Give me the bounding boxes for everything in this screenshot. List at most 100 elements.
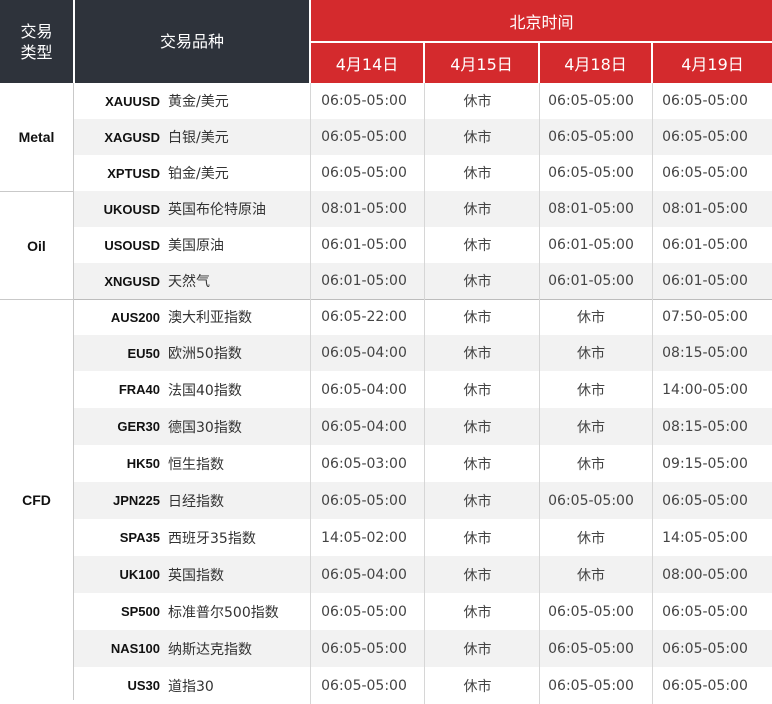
trading-hours-cell: 休市 (463, 493, 492, 510)
table-row: JPN225 日经指数 06:05-05:00 休市 06:05-05:00 06:05-… (74, 482, 772, 519)
trading-hours-cell: 06:05-05:00 (548, 492, 634, 509)
trading-hours-cell: 06:05-05:00 (662, 603, 748, 620)
trading-hours-cell: 06:05-04:00 (321, 566, 407, 583)
table-row: US30 道指30 06:05-05:00 休市 06:05-05:00 06:05-05… (74, 667, 772, 704)
header-type: 交易类型 (0, 0, 73, 83)
category-column: Metal Oil CFD (0, 83, 73, 700)
header-date: 4月18日 (540, 43, 651, 83)
symbol-code: XPTUSD (107, 165, 160, 181)
symbol-name: 恒生指数 (168, 456, 224, 473)
trading-hours-cell: 06:01-05:00 (548, 237, 634, 253)
trading-hours-cell: 休市 (577, 310, 605, 326)
table-row: XAGUSD 白银/美元 06:05-05:00 休市 06:05-05:00 06:05… (74, 119, 772, 155)
table-row: GER30 德国30指数 06:05-04:00 休市 休市 08:15-05:00 (74, 408, 772, 445)
symbol-code: HK50 (126, 456, 160, 471)
trading-hours-cell: 休市 (463, 166, 492, 182)
column-divider (310, 83, 311, 704)
trading-hours-cell: 06:05-05:00 (662, 93, 748, 109)
column-divider (424, 83, 425, 704)
symbol-code: XNGUSD (104, 273, 160, 289)
trading-hours-cell: 06:05-05:00 (662, 640, 748, 657)
header-product: 交易品种 (75, 0, 309, 83)
trading-hours-cell: 06:01-05:00 (548, 273, 634, 289)
trading-hours-cell: 06:05-05:00 (321, 492, 407, 509)
trading-hours-cell: 06:05-05:00 (321, 603, 407, 620)
symbol-name: 纳斯达克指数 (168, 641, 252, 658)
symbol-code: FRA40 (118, 382, 160, 397)
category-metal: Metal (18, 129, 55, 145)
table-row: XAUUSD 黄金/美元 06:05-05:00 休市 06:05-05:00 06:05… (74, 83, 772, 119)
trading-hours-cell: 06:01-05:00 (321, 273, 407, 289)
symbol-name: 欧洲50指数 (168, 346, 242, 362)
trading-hours-cell: 06:05-05:00 (321, 93, 407, 109)
trading-hours-cell: 休市 (577, 567, 605, 584)
header-date: 4月14日 (311, 43, 423, 83)
trading-hours-cell: 06:05-05:00 (548, 165, 634, 181)
symbol-name: 德国30指数 (168, 419, 242, 436)
symbol-name: 黄金/美元 (168, 94, 229, 110)
symbol-name: 法国40指数 (168, 382, 242, 399)
symbol-code: USOUSD (104, 237, 160, 253)
trading-hours-cell: 06:05-05:00 (662, 165, 748, 181)
table-row: AUS200 澳大利亚指数 06:05-22:00 休市 休市 07:50-05:00 (74, 299, 772, 335)
table-row: USOUSD 美国原油 06:01-05:00 休市 06:01-05:00 06:01-… (74, 227, 772, 263)
column-divider (652, 83, 653, 704)
table-row: HK50 恒生指数 06:05-03:00 休市 休市 09:15-05:00 (74, 445, 772, 482)
trading-hours-cell: 08:15-05:00 (662, 345, 748, 361)
trading-hours-cell: 休市 (463, 202, 492, 218)
trading-hours-cell: 休市 (577, 382, 605, 399)
trading-hours-cell: 06:01-05:00 (662, 237, 748, 253)
header-date: 4月19日 (653, 43, 772, 83)
trading-hours-cell: 14:05-05:00 (662, 529, 748, 546)
symbol-code: SPA35 (119, 530, 160, 545)
trading-hours-cell: 08:01-05:00 (662, 201, 748, 217)
trading-hours-cell: 休市 (463, 94, 492, 110)
trading-hours-cell: 06:05-05:00 (548, 677, 634, 694)
symbol-code: UKOUSD (103, 201, 160, 217)
trading-hours-cell: 06:05-04:00 (321, 418, 407, 435)
trading-hours-cell: 休市 (463, 130, 492, 146)
trading-hours-cell: 休市 (577, 346, 605, 362)
trading-hours-cell: 06:05-05:00 (662, 677, 748, 694)
trading-hours-cell: 14:05-02:00 (321, 529, 407, 546)
trading-hours-cell: 休市 (577, 530, 605, 547)
table-row: UKOUSD 英国布伦特原油 08:01-05:00 休市 08:01-05:00 08:… (74, 191, 772, 227)
trading-hours-cell: 06:05-05:00 (548, 129, 634, 145)
trading-hours-cell: 休市 (463, 238, 492, 254)
trading-hours-cell: 06:05-05:00 (662, 492, 748, 509)
symbol-code: SP500 (120, 604, 160, 619)
symbol-name: 铂金/美元 (168, 166, 229, 182)
symbol-name: 天然气 (168, 274, 210, 290)
category-cfd: CFD (22, 492, 51, 508)
trading-hours-cell: 08:00-05:00 (662, 566, 748, 583)
table-row: UK100 英国指数 06:05-04:00 休市 休市 08:00-05:00 (74, 556, 772, 593)
trading-hours-cell: 08:01-05:00 (548, 201, 634, 217)
symbol-name: 澳大利亚指数 (168, 310, 252, 326)
symbol-name: 美国原油 (168, 238, 224, 254)
trading-hours-cell: 06:05-04:00 (321, 381, 407, 398)
trading-hours-cell: 06:05-05:00 (548, 93, 634, 109)
symbol-code: EU50 (127, 345, 160, 361)
header-date: 4月15日 (425, 43, 538, 83)
symbol-code: XAGUSD (104, 129, 160, 145)
table-row: NAS100 纳斯达克指数 06:05-05:00 休市 06:05-05:00 06:0… (74, 630, 772, 667)
symbol-code: UK100 (119, 567, 160, 582)
table-row: EU50 欧洲50指数 06:05-04:00 休市 休市 08:15-05:00 (74, 335, 772, 371)
trading-hours-cell: 休市 (463, 346, 492, 362)
trading-hours-cell: 06:05-05:00 (321, 677, 407, 694)
symbol-name: 英国指数 (168, 567, 224, 584)
column-divider (539, 83, 540, 704)
trading-hours-cell: 休市 (577, 419, 605, 436)
table-row: SPA35 西班牙35指数 14:05-02:00 休市 休市 14:05-05:00 (74, 519, 772, 556)
trading-hours-cell: 休市 (463, 567, 492, 584)
trading-hours-cell: 08:15-05:00 (662, 418, 748, 435)
symbol-name: 道指30 (168, 678, 214, 695)
symbol-name: 白银/美元 (168, 130, 229, 146)
trading-hours-cell: 06:01-05:00 (662, 273, 748, 289)
trading-hours-cell: 休市 (463, 456, 492, 473)
trading-hours-cell: 06:05-05:00 (548, 640, 634, 657)
trading-hours-cell: 06:05-05:00 (321, 640, 407, 657)
trading-hours-cell: 06:05-05:00 (662, 129, 748, 145)
symbol-code: AUS200 (110, 309, 160, 325)
trading-hours-cell: 休市 (463, 530, 492, 547)
